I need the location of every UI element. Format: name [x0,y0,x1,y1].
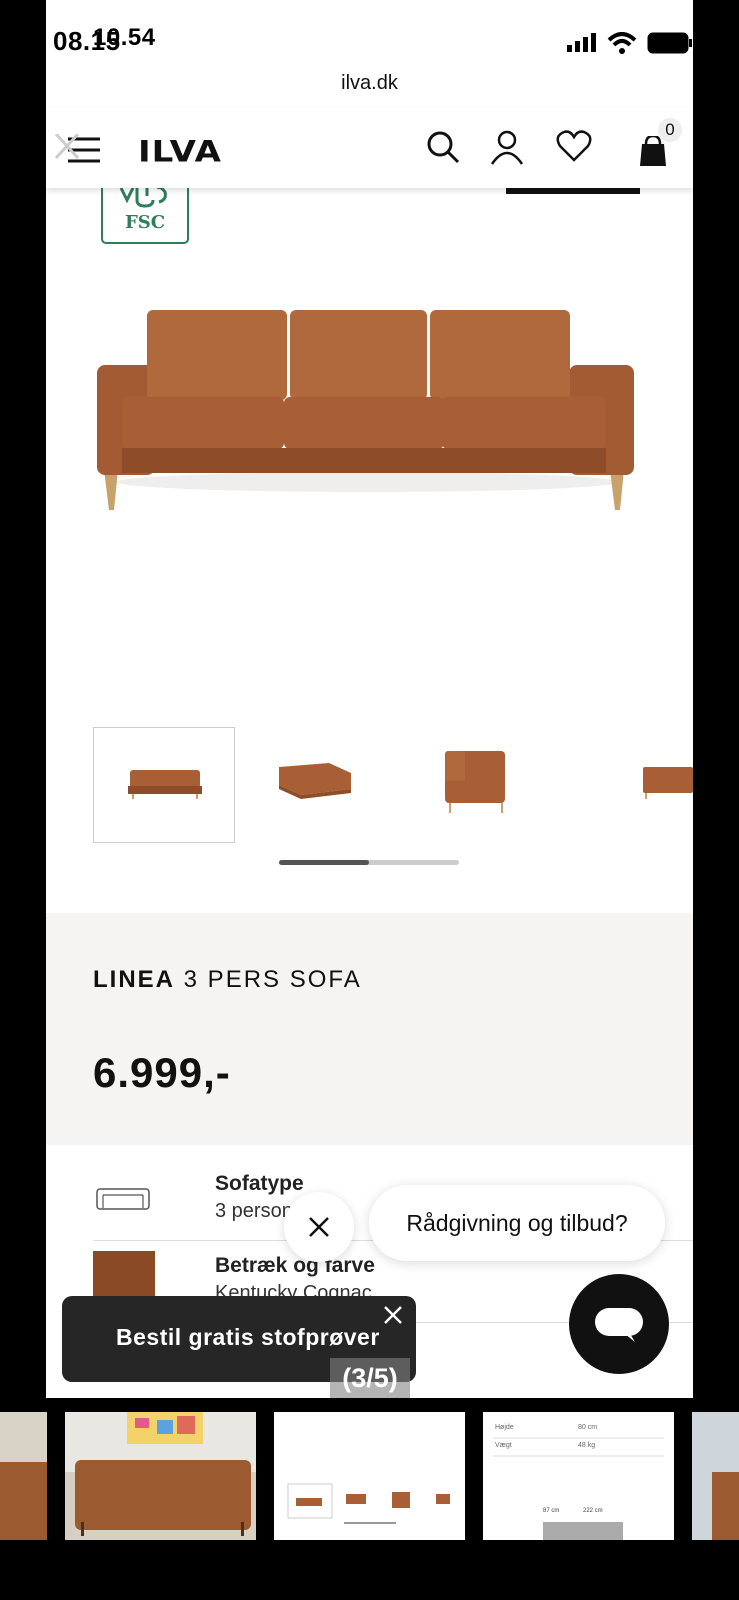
status-icons [567,32,693,54]
photo-strip: Højde 80 cm Vægt 48 kg 87 cm 222 cm [0,1412,739,1540]
status-time: 08.15 10.54 [53,24,155,57]
product-thumbnails [46,727,693,847]
living-room-photo-thumb [65,1412,256,1540]
photo-tile[interactable] [0,1412,47,1540]
product-main-image[interactable] [92,300,642,520]
photo-tile[interactable] [274,1412,465,1540]
wishlist-heart-icon[interactable] [556,130,592,162]
ilva-logo[interactable]: ILVA [138,135,222,169]
thumbnail-front[interactable] [93,727,235,843]
page-screenshot-thumb [287,1483,450,1524]
photo-tile[interactable] [692,1412,739,1540]
sofa-type-icon [96,1188,150,1210]
depth-dim: 87 cm [543,1508,560,1514]
product-title: LINEA 3 PERS SOFA [93,966,362,994]
chat-bubble-icon [595,1308,643,1342]
close-chat-prompt-button[interactable] [284,1192,354,1262]
thumbnail-scrollbar-thumb[interactable] [279,860,369,865]
thumbnail-back[interactable] [561,727,693,841]
account-icon[interactable] [490,130,524,166]
cart-count-badge: 0 [658,118,682,142]
browser-viewport: 08.15 10.54 ilva.dk ILVA 0 FSC LINEA 3 P… [46,0,693,1398]
free-samples-label: Bestil gratis stofprøver [116,1324,380,1350]
close-icon [309,1217,329,1237]
weight-value: 48 kg [578,1442,596,1449]
photo-tile[interactable]: Højde 80 cm Vægt 48 kg 87 cm 222 cm [483,1412,674,1540]
status-bar: 08.15 10.54 [46,0,693,60]
dimensions-drawing-thumb [493,1437,664,1540]
photo-counter: (3/5) [330,1358,410,1398]
sofa-back-thumb-icon [643,767,693,799]
sofa-angle-thumb-icon [279,763,351,799]
thumbnail-scrollbar[interactable] [279,860,459,865]
photo-tile[interactable] [65,1412,256,1540]
clock-overlay-text: 10.54 [93,24,156,51]
menu-icon[interactable] [54,134,104,168]
product-info-panel: LINEA 3 PERS SOFA 6.999,- [46,913,693,1145]
height-value: 80 cm [578,1424,598,1431]
product-price: 6.999,- [93,1049,231,1096]
fsc-label: FSC [124,212,166,233]
battery-icon [647,32,692,54]
height-label: Højde [495,1424,514,1431]
url-bar[interactable]: ilva.dk [46,72,693,95]
fsc-badge: FSC [101,184,189,244]
cellular-signal-icon [567,33,596,52]
weight-label: Vægt [495,1442,512,1449]
active-tab-indicator [506,188,640,194]
sofa-side-thumb-icon [445,751,505,813]
width-dim: 222 cm [583,1508,603,1514]
thumbnail-angle[interactable] [249,727,389,841]
product-title-rest: 3 PERS SOFA [175,966,362,993]
close-banner-icon[interactable] [382,1304,404,1326]
chat-launcher-button[interactable] [569,1274,669,1374]
wifi-icon [607,32,637,54]
sofa-front-thumb-icon [128,770,202,799]
advice-chat-prompt[interactable]: Rådgivning og tilbud? [369,1185,665,1261]
site-header: ILVA 0 [46,108,693,188]
product-title-brand: LINEA [93,966,175,993]
sofa-photo-thumb [712,1472,739,1540]
thumbnail-side[interactable] [405,727,545,841]
sofa-photo-thumb [0,1462,47,1540]
search-icon[interactable] [426,130,460,164]
